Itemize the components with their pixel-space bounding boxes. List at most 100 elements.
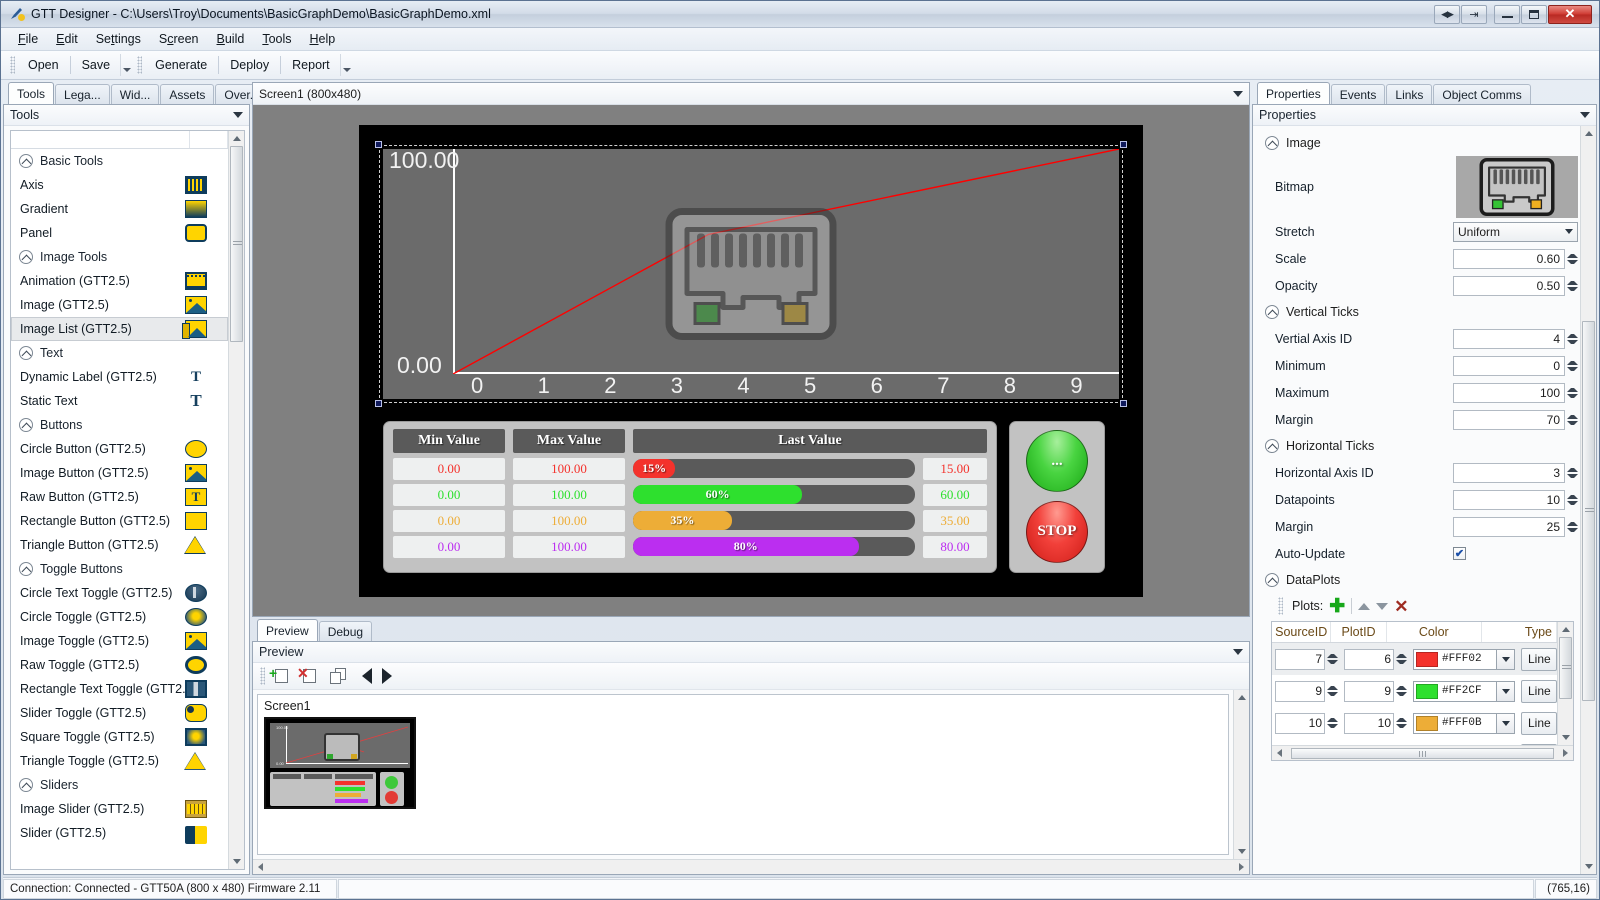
next-screen-icon[interactable] (378, 665, 396, 687)
v-margin-input[interactable]: 70 (1453, 409, 1565, 430)
source-id-stepper[interactable] (1327, 654, 1338, 664)
menu-build[interactable]: Build (208, 29, 254, 49)
tool-item-circle-button-gtt2-5[interactable]: Circle Button (GTT2.5) (11, 437, 228, 461)
preview-scroll-up-icon[interactable] (1234, 690, 1249, 705)
v-margin-stepper[interactable] (1567, 414, 1578, 425)
scroll-thumb[interactable] (230, 146, 243, 342)
menu-edit[interactable]: Edit (47, 29, 87, 49)
tool-item-circle-text-toggle-gtt2-5[interactable]: Circle Text Toggle (GTT2.5) (11, 581, 228, 605)
color-value[interactable]: #FF2CF (1413, 680, 1497, 702)
tool-item-dynamic-label-gtt2-5[interactable]: Dynamic Label (GTT2.5) T (11, 365, 228, 389)
collapse-chevron-icon[interactable] (19, 418, 33, 432)
graph-widget[interactable]: 100.00 0.00 0 1 2 3 4 5 6 7 8 9 (375, 140, 1127, 407)
restore-down-button[interactable]: ◀▶ (1434, 4, 1460, 24)
scroll-down-icon[interactable] (229, 854, 244, 869)
horizontal-axis-id-input[interactable]: 3 (1453, 462, 1565, 483)
preview-vscrollbar[interactable] (1233, 690, 1249, 859)
preview-hscroll-track[interactable] (268, 860, 1234, 875)
preview-chevron-down-icon[interactable] (1233, 649, 1243, 655)
section-horizontal-ticks[interactable]: Horizontal Ticks (1261, 433, 1578, 459)
menu-tools[interactable]: Tools (253, 29, 300, 49)
preview-screen-list[interactable]: Screen1 100.00 0.00 (257, 694, 1229, 855)
column-type[interactable]: Type (1482, 622, 1557, 642)
type-select[interactable]: Line (1521, 679, 1557, 703)
dataplots-scroll-up-icon[interactable] (1558, 622, 1573, 637)
column-plot-id[interactable]: PlotID (1331, 622, 1387, 642)
plot-id-stepper[interactable] (1396, 718, 1407, 728)
dataplots-hscroll-track[interactable] (1287, 746, 1558, 761)
menu-settings[interactable]: Settings (87, 29, 150, 49)
stop-button[interactable]: STOP (1026, 500, 1088, 563)
canvas-chevron-down-icon[interactable] (1233, 90, 1243, 97)
section-image[interactable]: Image (1261, 130, 1578, 156)
tool-item-triangle-button-gtt2-5[interactable]: Triangle Button (GTT2.5) (11, 533, 228, 557)
collapse-chevron-icon[interactable] (1265, 136, 1279, 150)
tab-events[interactable]: Events (1330, 84, 1386, 104)
tab-debug[interactable]: Debug (318, 621, 373, 641)
device-button-panel[interactable]: ... STOP (1009, 420, 1105, 573)
canvas-surface[interactable]: 100.00 0.00 0123456789 Min Value Max Val… (253, 105, 1249, 616)
collapse-chevron-icon[interactable] (1265, 573, 1279, 587)
source-id-input[interactable]: 9 (1275, 680, 1325, 702)
dataplots-scroll-track[interactable] (1558, 637, 1573, 730)
v-minimum-stepper[interactable] (1567, 360, 1578, 371)
resize-handle-br[interactable] (1120, 399, 1127, 407)
color-value[interactable]: #FFF02 (1413, 648, 1497, 670)
tool-item-rectangle-button-gtt2-5[interactable]: Rectangle Button (GTT2.5) (11, 509, 228, 533)
open-button[interactable]: Open (18, 54, 69, 76)
tool-item-image-toggle-gtt2-5[interactable]: Image Toggle (GTT2.5) (11, 629, 228, 653)
screen-thumbnail[interactable]: 100.00 0.00 (264, 717, 416, 809)
tools-list-scrollbar[interactable] (228, 131, 244, 869)
duplicate-screen-icon[interactable] (324, 665, 350, 687)
tab-legacy[interactable]: Lega... (55, 84, 110, 104)
maximize-button[interactable] (1521, 4, 1547, 24)
color-dropdown-button[interactable] (1497, 712, 1515, 734)
tool-item-image-gtt2-5[interactable]: Image (GTT2.5) (11, 293, 228, 317)
datapoints-input[interactable]: 10 (1453, 489, 1565, 510)
delete-plot-icon[interactable]: ✕ (1394, 598, 1408, 615)
toolbar-grip-2[interactable] (137, 56, 143, 74)
tab-assets[interactable]: Assets (160, 84, 215, 104)
properties-scroll-thumb[interactable] (1582, 321, 1595, 701)
dataplot-row[interactable]: 7 6 #FFF02 Line (1272, 643, 1557, 675)
dataplot-row[interactable]: 9 9 #FF2CF Line (1272, 675, 1557, 707)
generate-button[interactable]: Generate (145, 54, 217, 76)
tools-list[interactable]: Basic Tools Axis Gradient Panel Image Tools A… (11, 131, 228, 869)
add-plot-icon[interactable]: ✚ (1329, 597, 1345, 616)
deploy-button[interactable]: Deploy (220, 54, 279, 76)
auto-update-checkbox[interactable]: ✔ (1453, 547, 1466, 560)
tool-item-axis[interactable]: Axis (11, 173, 228, 197)
tool-item-slider-toggle-gtt2-5[interactable]: Slider Toggle (GTT2.5) (11, 701, 228, 725)
tab-tools[interactable]: Tools (8, 82, 55, 104)
tool-item-image-list-gtt2-5[interactable]: Image List (GTT2.5) (11, 317, 228, 341)
column-color[interactable]: Color (1387, 622, 1482, 642)
tool-item-square-toggle-gtt2-5[interactable]: Square Toggle (GTT2.5) (11, 725, 228, 749)
type-select[interactable]: Line (1521, 647, 1557, 671)
section-vertical-ticks[interactable]: Vertical Ticks (1261, 299, 1578, 325)
properties-scroll-track[interactable] (1581, 141, 1596, 859)
detach-button[interactable]: ⇥ (1461, 4, 1487, 24)
v-maximum-stepper[interactable] (1567, 387, 1578, 398)
preview-scroll-down-icon[interactable] (1234, 844, 1249, 859)
resize-handle-tr[interactable] (1120, 140, 1127, 148)
source-id-input[interactable]: 7 (1275, 648, 1325, 670)
move-plot-down-icon[interactable] (1376, 602, 1389, 610)
collapse-chevron-icon[interactable] (1265, 305, 1279, 319)
close-button[interactable]: ✕ (1548, 4, 1592, 24)
h-margin-stepper[interactable] (1567, 521, 1578, 532)
properties-scroll-down-icon[interactable] (1581, 859, 1596, 874)
source-id-stepper[interactable] (1327, 686, 1338, 696)
collapse-chevron-icon[interactable] (19, 346, 33, 360)
v-maximum-input[interactable]: 100 (1453, 382, 1565, 403)
color-dropdown-button[interactable] (1497, 648, 1515, 670)
tools-group-sliders[interactable]: Sliders (11, 773, 228, 797)
tool-item-gradient[interactable]: Gradient (11, 197, 228, 221)
plot-id-stepper[interactable] (1396, 686, 1407, 696)
scroll-up-icon[interactable] (229, 131, 244, 146)
toolbar-overflow-2[interactable] (339, 54, 351, 76)
dataplots-hscrollbar[interactable] (1272, 745, 1573, 760)
tool-item-slider-gtt2-5[interactable]: Slider (GTT2.5) (11, 821, 228, 845)
toolbar-overflow-1[interactable] (120, 54, 132, 76)
report-button[interactable]: Report (282, 54, 340, 76)
tab-properties[interactable]: Properties (1257, 82, 1330, 104)
